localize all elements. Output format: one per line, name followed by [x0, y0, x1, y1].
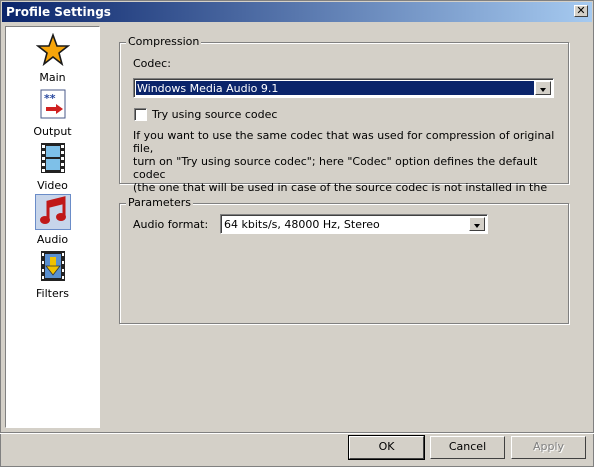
info-line: turn on "Try using source codec"; here "…	[133, 155, 538, 181]
sidebar-item-main[interactable]: Main	[7, 31, 98, 84]
try-source-codec-label[interactable]: Try using source codec	[152, 108, 277, 121]
chevron-down-icon[interactable]	[535, 81, 551, 95]
chevron-down-icon[interactable]	[469, 217, 485, 231]
audio-format-value: 64 kbits/s, 48000 Hz, Stereo	[224, 218, 380, 231]
star-icon	[35, 32, 70, 67]
sidebar-item-label: Main	[39, 71, 66, 84]
sidebar-item-label: Video	[37, 179, 68, 192]
footer-divider	[0, 432, 594, 434]
sidebar-item-audio[interactable]: Audio	[7, 193, 98, 246]
sidebar-item-output[interactable]: ** Output	[7, 85, 98, 138]
parameters-legend: Parameters	[126, 196, 193, 209]
audio-format-select[interactable]: 64 kbits/s, 48000 Hz, Stereo	[220, 214, 488, 234]
sidebar-item-label: Audio	[36, 233, 69, 246]
info-line: If you want to use the same codec that w…	[133, 129, 555, 155]
filter-icon	[40, 251, 65, 281]
sidebar-item-label: Filters	[36, 287, 69, 300]
svg-text:**: **	[44, 92, 56, 105]
output-icon: **	[40, 89, 65, 119]
codec-select[interactable]: Windows Media Audio 9.1	[133, 78, 554, 98]
apply-button[interactable]: Apply	[511, 436, 586, 459]
compression-legend: Compression	[126, 35, 202, 48]
close-button[interactable]: ✕	[574, 5, 588, 17]
film-icon	[40, 143, 65, 173]
title-bar[interactable]: Profile Settings ✕	[2, 2, 592, 22]
compression-group: Compression Codec: Windows Media Audio 9…	[119, 35, 569, 207]
try-source-codec-checkbox[interactable]	[134, 108, 147, 121]
sidebar-item-filters[interactable]: Filters	[7, 247, 98, 300]
audio-format-label: Audio format:	[133, 218, 209, 231]
codec-info-text: If you want to use the same codec that w…	[133, 129, 568, 207]
window-title: Profile Settings	[6, 5, 111, 19]
parameters-group: Parameters Audio format: 64 kbits/s, 480…	[119, 196, 569, 324]
ok-button[interactable]: OK	[348, 435, 425, 460]
cancel-button[interactable]: Cancel	[430, 436, 505, 459]
sidebar-item-label: Output	[33, 125, 72, 138]
music-note-icon	[34, 194, 71, 230]
codec-select-value: Windows Media Audio 9.1	[137, 82, 279, 95]
sidebar-item-video[interactable]: Video	[7, 139, 98, 192]
codec-label: Codec:	[133, 57, 171, 70]
sidebar: Main ** Output Video Audio Filters	[5, 26, 100, 428]
